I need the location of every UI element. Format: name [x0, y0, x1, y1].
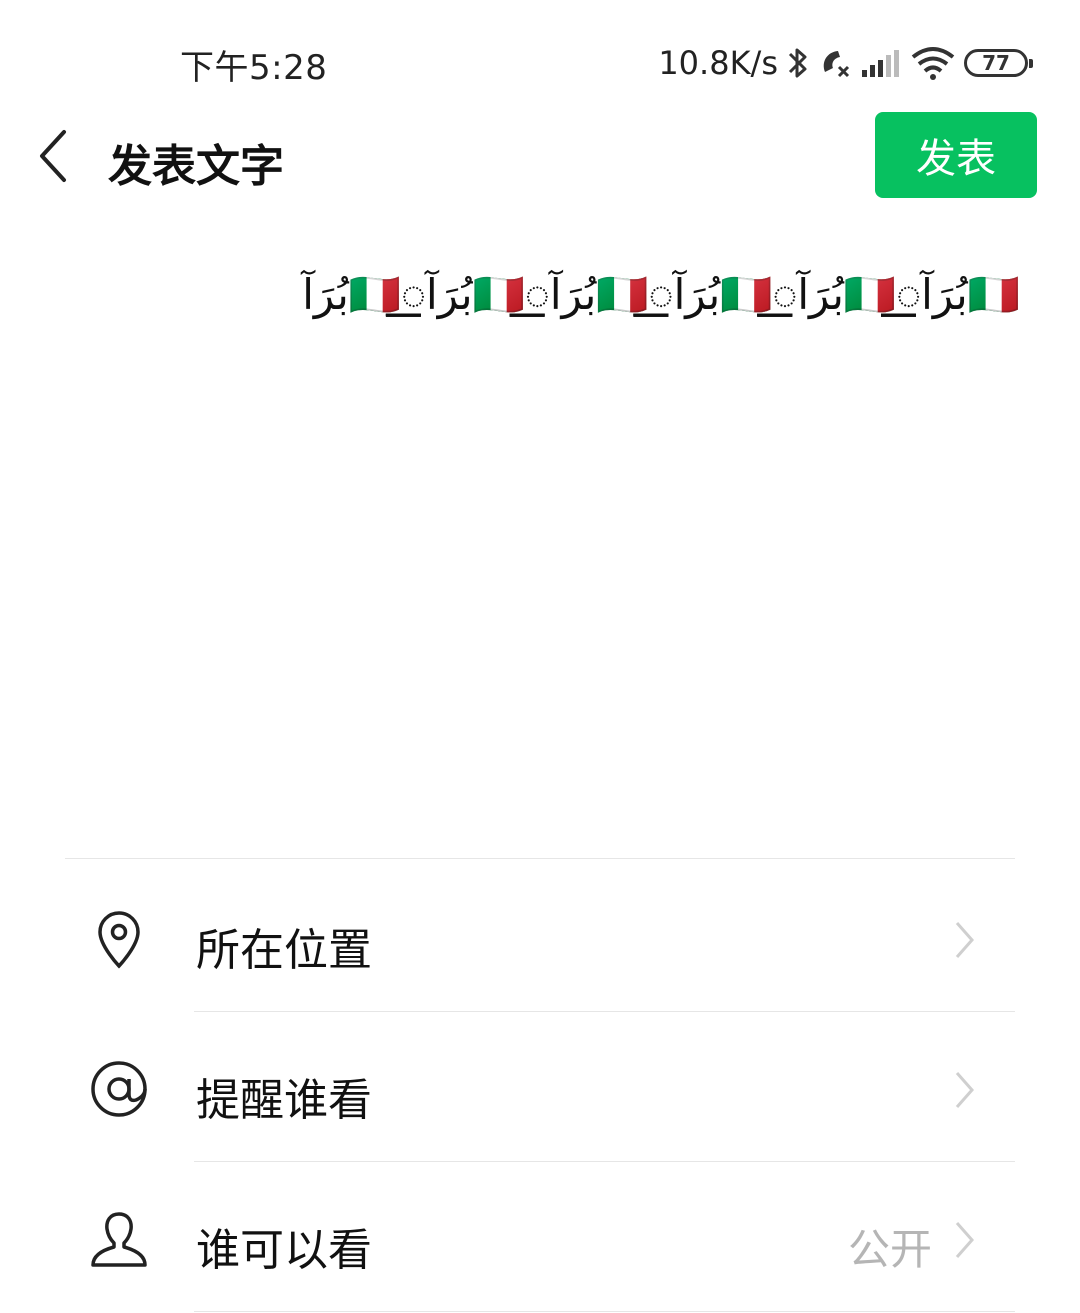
network-speed: 10.8K/s [658, 44, 778, 82]
editor-area[interactable]: 🇮🇹بُرَآ꯭꯭꯭꯭꯭꯭꯭꯭꯭🇮🇹بُرَآ꯭꯭꯭꯭꯭꯭꯭꯭꯭🇮🇹بُرَآ꯭… [60, 205, 1020, 845]
battery-level: 77 [982, 51, 1010, 75]
publish-button[interactable]: 发表 [875, 112, 1037, 198]
option-visibility[interactable]: 谁可以看 公开 [0, 1162, 1080, 1312]
chevron-right-icon [955, 1072, 975, 1108]
option-label: 所在位置 [196, 925, 372, 976]
navigation-bar: 发表文字 发表 [0, 110, 1080, 200]
status-time: 下午5:28 [180, 48, 328, 88]
bluetooth-icon [788, 48, 807, 78]
option-label: 谁可以看 [196, 1225, 372, 1276]
page-title: 发表文字 [108, 141, 284, 192]
divider [194, 1311, 1015, 1312]
chevron-left-icon [40, 130, 66, 182]
option-mention[interactable]: 提醒谁看 [0, 1012, 1080, 1162]
post-text-input[interactable]: 🇮🇹بُرَآ꯭꯭꯭꯭꯭꯭꯭꯭꯭🇮🇹بُرَآ꯭꯭꯭꯭꯭꯭꯭꯭꯭🇮🇹بُرَآ꯭… [80, 225, 1020, 365]
divider [65, 858, 1015, 859]
battery-icon: 77 [964, 49, 1033, 77]
option-label: 提醒谁看 [196, 1075, 372, 1126]
back-button[interactable] [30, 128, 80, 184]
status-icons: 10.8K/s 77 [658, 40, 1033, 86]
call-forwarding-icon [823, 51, 850, 78]
signal-icon [862, 50, 899, 77]
status-bar: 下午5:28 10.8K/s 77 [0, 0, 1080, 110]
location-pin-icon [98, 911, 140, 969]
wifi-icon [911, 47, 955, 80]
chevron-right-icon [955, 922, 975, 958]
option-value: 公开 [847, 1225, 932, 1274]
person-icon [91, 1212, 147, 1267]
option-location[interactable]: 所在位置 [0, 862, 1080, 1012]
at-sign-icon [91, 1061, 147, 1117]
chevron-right-icon [955, 1222, 975, 1258]
